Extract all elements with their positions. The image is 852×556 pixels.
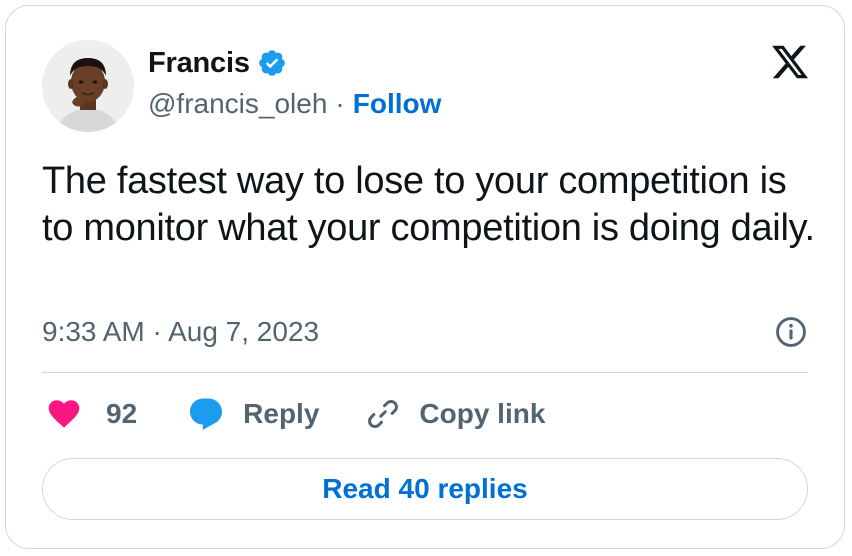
tweet-timestamp[interactable]: 9:33 AM · Aug 7, 2023 — [42, 316, 319, 348]
like-count: 92 — [106, 398, 138, 429]
tweet-header: Francis @francis_oleh · Follow — [42, 40, 814, 136]
copy-link-label: Copy link — [419, 398, 546, 429]
verified-badge-icon — [258, 50, 285, 76]
tweet-actions: 92 Reply Copy link — [42, 390, 545, 438]
reply-button[interactable]: Reply — [187, 395, 319, 433]
x-logo-icon[interactable] — [770, 42, 810, 82]
author-name[interactable]: Francis — [148, 47, 250, 80]
tweet-embed-card: Francis @francis_oleh · Follow The faste… — [5, 5, 845, 549]
copy-link-button[interactable]: Copy link — [365, 396, 545, 432]
avatar[interactable] — [42, 40, 134, 132]
heart-icon — [48, 400, 80, 428]
info-icon[interactable] — [774, 315, 808, 349]
tweet-meta-row: 9:33 AM · Aug 7, 2023 — [42, 312, 808, 352]
divider — [42, 372, 808, 373]
author-name-row: Francis — [148, 44, 441, 82]
link-icon — [368, 399, 399, 429]
follow-link[interactable]: Follow — [353, 88, 442, 120]
handle-separator: · — [335, 88, 345, 119]
avatar-image — [42, 40, 134, 132]
author-handle-row: @francis_oleh · Follow — [148, 84, 441, 124]
author-block: Francis @francis_oleh · Follow — [148, 44, 441, 124]
speech-bubble-icon — [190, 398, 223, 430]
read-replies-button[interactable]: Read 40 replies — [42, 458, 808, 520]
reply-label: Reply — [243, 398, 320, 429]
author-handle[interactable]: @francis_oleh — [148, 88, 327, 120]
tweet-text: The fastest way to lose to your competit… — [42, 160, 815, 249]
like-button[interactable]: 92 — [46, 396, 137, 432]
